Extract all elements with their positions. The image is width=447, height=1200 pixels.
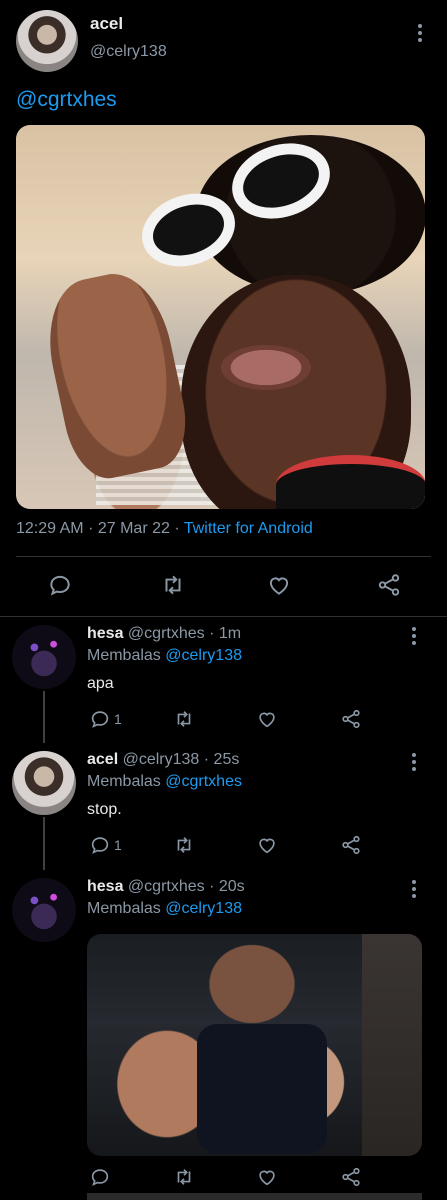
tweet-time: 12:29 AM — [16, 520, 84, 537]
reply-icon[interactable] — [89, 834, 111, 856]
photo-shirt — [276, 455, 425, 509]
retweet-icon[interactable] — [160, 572, 186, 598]
tweet-meta: 12:29 AM · 27 Mar 22 · Twitter for Andro… — [16, 520, 313, 538]
next-media-preview — [87, 1193, 422, 1200]
heart-icon[interactable] — [256, 708, 278, 730]
heart-icon[interactable] — [266, 572, 292, 598]
author-name[interactable]: acel — [90, 14, 123, 34]
avatar[interactable] — [16, 10, 78, 72]
thread-connector — [43, 817, 45, 870]
replying-to-mention[interactable]: @cgrtxhes — [165, 773, 242, 790]
share-icon[interactable] — [376, 572, 402, 598]
more-vertical-icon[interactable] — [418, 24, 422, 42]
photo-background — [362, 934, 422, 1156]
divider — [16, 556, 431, 557]
replying-to-mention[interactable]: @celry138 — [165, 900, 242, 917]
heart-icon[interactable] — [256, 1166, 278, 1188]
replying-to: Membalas @cgrtxhes — [87, 773, 242, 790]
reply-icon[interactable] — [89, 1166, 111, 1188]
tweet-photo[interactable] — [16, 125, 425, 509]
share-icon[interactable] — [340, 708, 362, 730]
retweet-icon[interactable] — [173, 1166, 195, 1188]
reply-icon[interactable] — [89, 708, 111, 730]
reply-author-name[interactable]: hesa @cgrtxhes · 20s — [87, 878, 245, 896]
retweet-icon[interactable] — [173, 834, 195, 856]
tweet-date: 27 Mar 22 — [97, 520, 170, 537]
share-icon[interactable] — [340, 834, 362, 856]
reply-author-handle[interactable]: @celry138 · 25s — [123, 751, 240, 768]
photo-shirt — [197, 1024, 327, 1154]
reply-tweet[interactable]: hesa @cgrtxhes · 1m Membalas @celry138 a… — [0, 617, 447, 743]
thread-connector — [43, 691, 45, 743]
more-vertical-icon[interactable] — [412, 880, 416, 898]
reply-author-name[interactable]: acel @celry138 · 25s — [87, 751, 239, 769]
replying-to: Membalas @celry138 — [87, 900, 242, 917]
photo-hand — [36, 264, 196, 486]
main-tweet: acel @celry138 @cgrtxhes 12:29 AM · 27 M… — [0, 0, 447, 617]
meta-separator: · — [88, 520, 94, 537]
avatar[interactable] — [12, 751, 76, 815]
heart-icon[interactable] — [256, 834, 278, 856]
reply-icon[interactable] — [47, 572, 73, 598]
tweet-text[interactable]: @cgrtxhes — [16, 88, 117, 112]
reply-count: 1 — [114, 711, 122, 727]
avatar[interactable] — [12, 625, 76, 689]
photo-lips — [221, 345, 311, 390]
reply-author-name[interactable]: hesa @cgrtxhes · 1m — [87, 625, 241, 643]
more-vertical-icon[interactable] — [412, 627, 416, 645]
share-icon[interactable] — [340, 1166, 362, 1188]
avatar[interactable] — [12, 878, 76, 942]
more-vertical-icon[interactable] — [412, 753, 416, 771]
reply-tweet[interactable]: acel @celry138 · 25s Membalas @cgrtxhes … — [0, 743, 447, 870]
replying-to-mention[interactable]: @celry138 — [165, 647, 242, 664]
reply-author-handle[interactable]: @cgrtxhes · 1m — [128, 625, 241, 642]
reply-text: stop. — [87, 801, 122, 818]
tweet-source-link[interactable]: Twitter for Android — [184, 520, 313, 537]
retweet-icon[interactable] — [173, 708, 195, 730]
replying-to: Membalas @celry138 — [87, 647, 242, 664]
author-handle[interactable]: @celry138 — [90, 43, 167, 61]
reply-text: apa — [87, 675, 114, 692]
reply-count: 1 — [114, 837, 122, 853]
reply-photo[interactable] — [87, 934, 422, 1156]
reply-author-handle[interactable]: @cgrtxhes · 20s — [128, 878, 245, 895]
meta-separator: · — [174, 520, 180, 537]
